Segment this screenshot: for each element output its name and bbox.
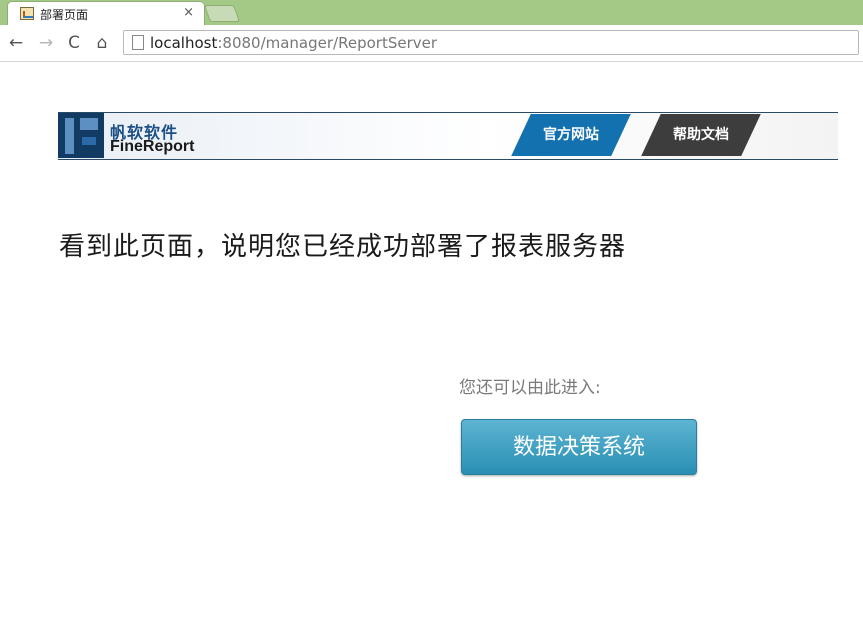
help-docs-link[interactable]: 帮助文档 bbox=[641, 114, 761, 156]
browser-tab[interactable]: 部署页面 × bbox=[8, 2, 204, 25]
tab-strip: 部署页面 × bbox=[0, 0, 863, 25]
official-site-link[interactable]: 官方网站 bbox=[511, 114, 631, 156]
tab-title: 部署页面 bbox=[40, 8, 89, 22]
official-site-label: 官方网站 bbox=[543, 127, 599, 143]
logo-english-name: FineReport bbox=[110, 138, 195, 155]
close-tab-icon[interactable]: × bbox=[183, 5, 194, 20]
url-path: :8080/manager/ReportServer bbox=[217, 34, 438, 52]
decision-system-button[interactable]: 数据决策系统 bbox=[461, 419, 697, 475]
success-headline: 看到此页面，说明您已经成功部署了报表服务器 bbox=[59, 232, 627, 262]
reload-icon[interactable]: C bbox=[64, 33, 84, 53]
url-host: localhost bbox=[150, 34, 218, 52]
forward-icon[interactable]: → bbox=[36, 33, 56, 53]
report-favicon-icon bbox=[20, 7, 34, 20]
finereport-logo-icon bbox=[58, 113, 104, 158]
help-docs-label: 帮助文档 bbox=[673, 127, 729, 143]
finereport-banner: 帆软软件 FineReport 官方网站 帮助文档 bbox=[58, 112, 838, 160]
new-tab-button[interactable] bbox=[203, 5, 241, 22]
page-icon bbox=[132, 35, 144, 50]
address-bar[interactable]: localhost:8080/manager/ReportServer bbox=[123, 30, 859, 55]
home-icon[interactable]: ⌂ bbox=[92, 33, 112, 53]
url-text[interactable]: localhost:8080/manager/ReportServer bbox=[150, 34, 437, 52]
enter-label: 您还可以由此进入: bbox=[459, 378, 601, 398]
back-icon[interactable]: ← bbox=[6, 33, 26, 53]
